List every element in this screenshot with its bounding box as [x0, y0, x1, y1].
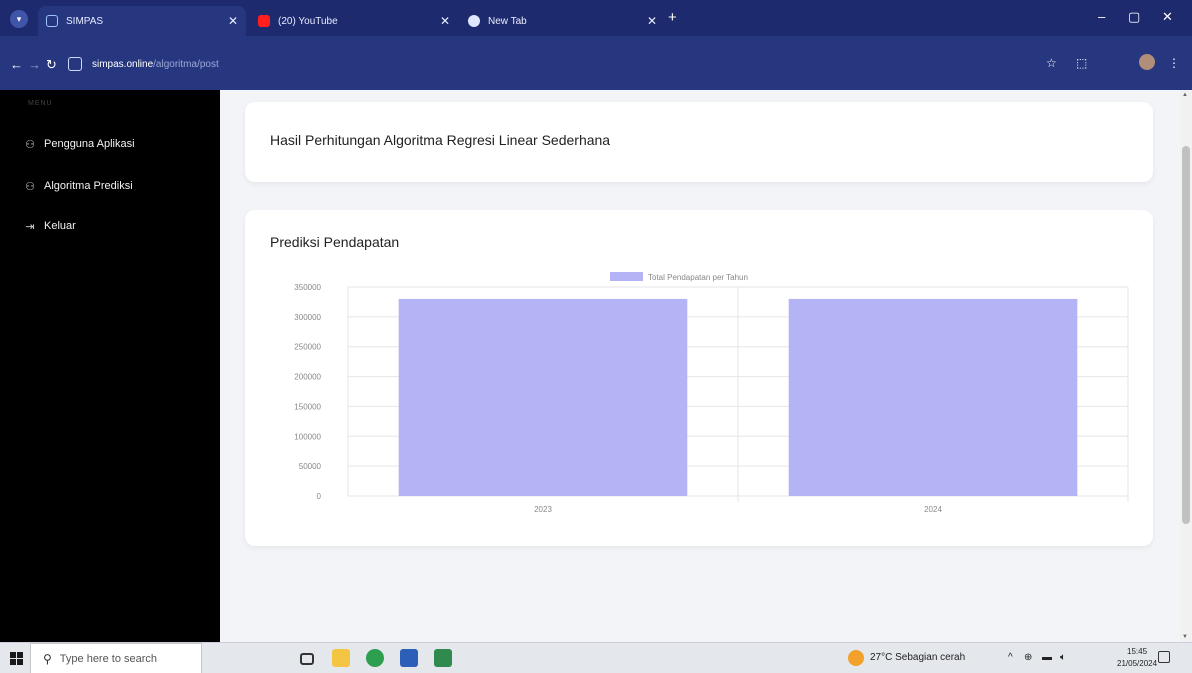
extensions-icon[interactable]: ⬚: [1076, 56, 1087, 70]
y-tick-label: 0: [317, 492, 322, 501]
clock-time: 15:45: [1127, 647, 1148, 656]
revenue-bar-chart: 0 50000 100000 150000 200000 250000 300000 3500…: [294, 272, 1129, 514]
clock-date: 21/05/2024: [1117, 659, 1158, 668]
taskbar: ⚲ Type here to search 27°C Sebagian cera…: [0, 642, 1192, 673]
url-path: /algoritma/post: [153, 58, 219, 70]
word-icon[interactable]: [400, 649, 418, 667]
youtube-icon: [258, 15, 270, 27]
windows-start-icon[interactable]: [10, 652, 23, 665]
close-tab-icon[interactable]: ✕: [440, 14, 450, 28]
new-tab-button[interactable]: +: [668, 9, 677, 26]
tab-label: New Tab: [488, 15, 527, 27]
back-arrow-icon[interactable]: ←: [10, 57, 23, 72]
maximize-icon[interactable]: ▢: [1128, 9, 1140, 25]
taskbar-clock[interactable]: 15:45 21/05/2024: [1117, 646, 1157, 670]
weather-icon[interactable]: [848, 650, 864, 666]
scroll-up-icon[interactable]: ▲: [1182, 92, 1188, 98]
y-tick-label: 100000: [294, 432, 321, 441]
tab-new-tab[interactable]: New Tab ✕: [460, 6, 665, 36]
sidebar-heading: MENU: [28, 100, 53, 107]
chrome-icon[interactable]: [366, 649, 384, 667]
legend-label: Total Pendapatan per Tahun: [648, 273, 748, 282]
browser-menu-icon[interactable]: ⋮: [1168, 56, 1180, 70]
file-explorer-icon[interactable]: [332, 649, 350, 667]
scroll-down-icon[interactable]: ▼: [1182, 634, 1188, 640]
sidebar-item-algoritma-prediksi[interactable]: ⚇ Algoritma Prediksi: [24, 180, 133, 193]
search-icon: ⚲: [43, 651, 52, 666]
network-icon[interactable]: ⊕: [1024, 652, 1032, 663]
volume-icon[interactable]: 🔈︎: [1060, 652, 1066, 663]
excel-icon[interactable]: [434, 649, 452, 667]
close-tab-icon[interactable]: ✕: [647, 14, 657, 28]
y-tick-label: 300000: [294, 313, 321, 322]
sidebar: MENU ⚇ Pengguna Aplikasi ⚇ Algoritma Pre…: [0, 90, 220, 642]
y-tick-label: 150000: [294, 402, 321, 411]
legend-swatch: [610, 272, 643, 281]
bar-2023: [398, 298, 688, 496]
close-tab-icon[interactable]: ✕: [228, 14, 238, 28]
bar-2024: [788, 298, 1078, 496]
forward-arrow-icon[interactable]: →: [28, 57, 41, 72]
sidebar-item-label: Algoritma Prediksi: [44, 180, 133, 192]
header-card: Hasil Perhitungan Algoritma Regresi Line…: [245, 102, 1153, 182]
tab-simpas[interactable]: SIMPAS ✕: [38, 6, 246, 36]
user-icon: ⚇: [25, 180, 35, 193]
search-placeholder: Type here to search: [59, 652, 158, 665]
simpas-tab-icon: [46, 15, 58, 27]
page-title: Hasil Perhitungan Algoritma Regresi Line…: [270, 132, 611, 148]
scrollbar-thumb[interactable]: [1182, 146, 1190, 524]
chart-card: Prediksi Pendapatan 0 50000 100000 150000 20…: [245, 210, 1153, 546]
user-icon: ⚇: [25, 138, 35, 151]
y-tick-label: 350000: [294, 283, 321, 292]
weather-text[interactable]: 27°C Sebagian cerah: [870, 652, 965, 663]
notifications-icon[interactable]: [1158, 651, 1170, 663]
main-content: Hasil Perhitungan Algoritma Regresi Line…: [220, 90, 1180, 642]
task-view-icon[interactable]: [300, 653, 314, 665]
battery-icon[interactable]: ▬: [1042, 652, 1052, 663]
taskbar-search-box[interactable]: ⚲ Type here to search: [30, 643, 202, 673]
url-host: simpas.online: [92, 58, 154, 70]
globe-icon: [468, 15, 480, 27]
y-tick-label: 200000: [294, 373, 321, 382]
vertical-scrollbar[interactable]: ▲ ▼: [1180, 90, 1192, 642]
tray-chevron-icon[interactable]: ^: [1008, 652, 1013, 663]
sidebar-item-pengguna-aplikasi[interactable]: ⚇ Pengguna Aplikasi: [24, 138, 135, 151]
tab-youtube[interactable]: (20) YouTube ✕: [250, 6, 458, 36]
x-tick-label: 2024: [924, 505, 942, 514]
bookmark-star-icon[interactable]: ☆: [1046, 56, 1057, 70]
sidebar-item-keluar[interactable]: ⇥ Keluar: [24, 220, 76, 233]
sidebar-item-label: Pengguna Aplikasi: [44, 138, 135, 150]
tab-label: SIMPAS: [66, 15, 104, 27]
tab-label: (20) YouTube: [278, 15, 338, 27]
window-close-icon[interactable]: ✕: [1162, 9, 1173, 25]
tab-search-icon[interactable]: ▾: [10, 10, 28, 28]
y-tick-label: 250000: [294, 343, 321, 352]
browser-toolbar: ← → ↻ simpas.online/algoritma/post ☆ ⬚ ⋮: [0, 36, 1192, 90]
y-tick-label: 50000: [299, 462, 322, 471]
reload-icon[interactable]: ↻: [46, 57, 57, 73]
sidebar-item-label: Keluar: [44, 220, 76, 232]
minimize-icon[interactable]: –: [1098, 9, 1105, 24]
x-tick-label: 2023: [534, 505, 552, 514]
site-info-icon[interactable]: [68, 57, 82, 71]
profile-avatar[interactable]: [1139, 54, 1155, 70]
browser-tab-strip: ▾ SIMPAS ✕ (20) YouTube ✕ New Tab ✕ + – …: [0, 0, 1192, 36]
address-bar[interactable]: simpas.online/algoritma/post: [68, 52, 988, 76]
logout-icon: ⇥: [25, 220, 35, 233]
